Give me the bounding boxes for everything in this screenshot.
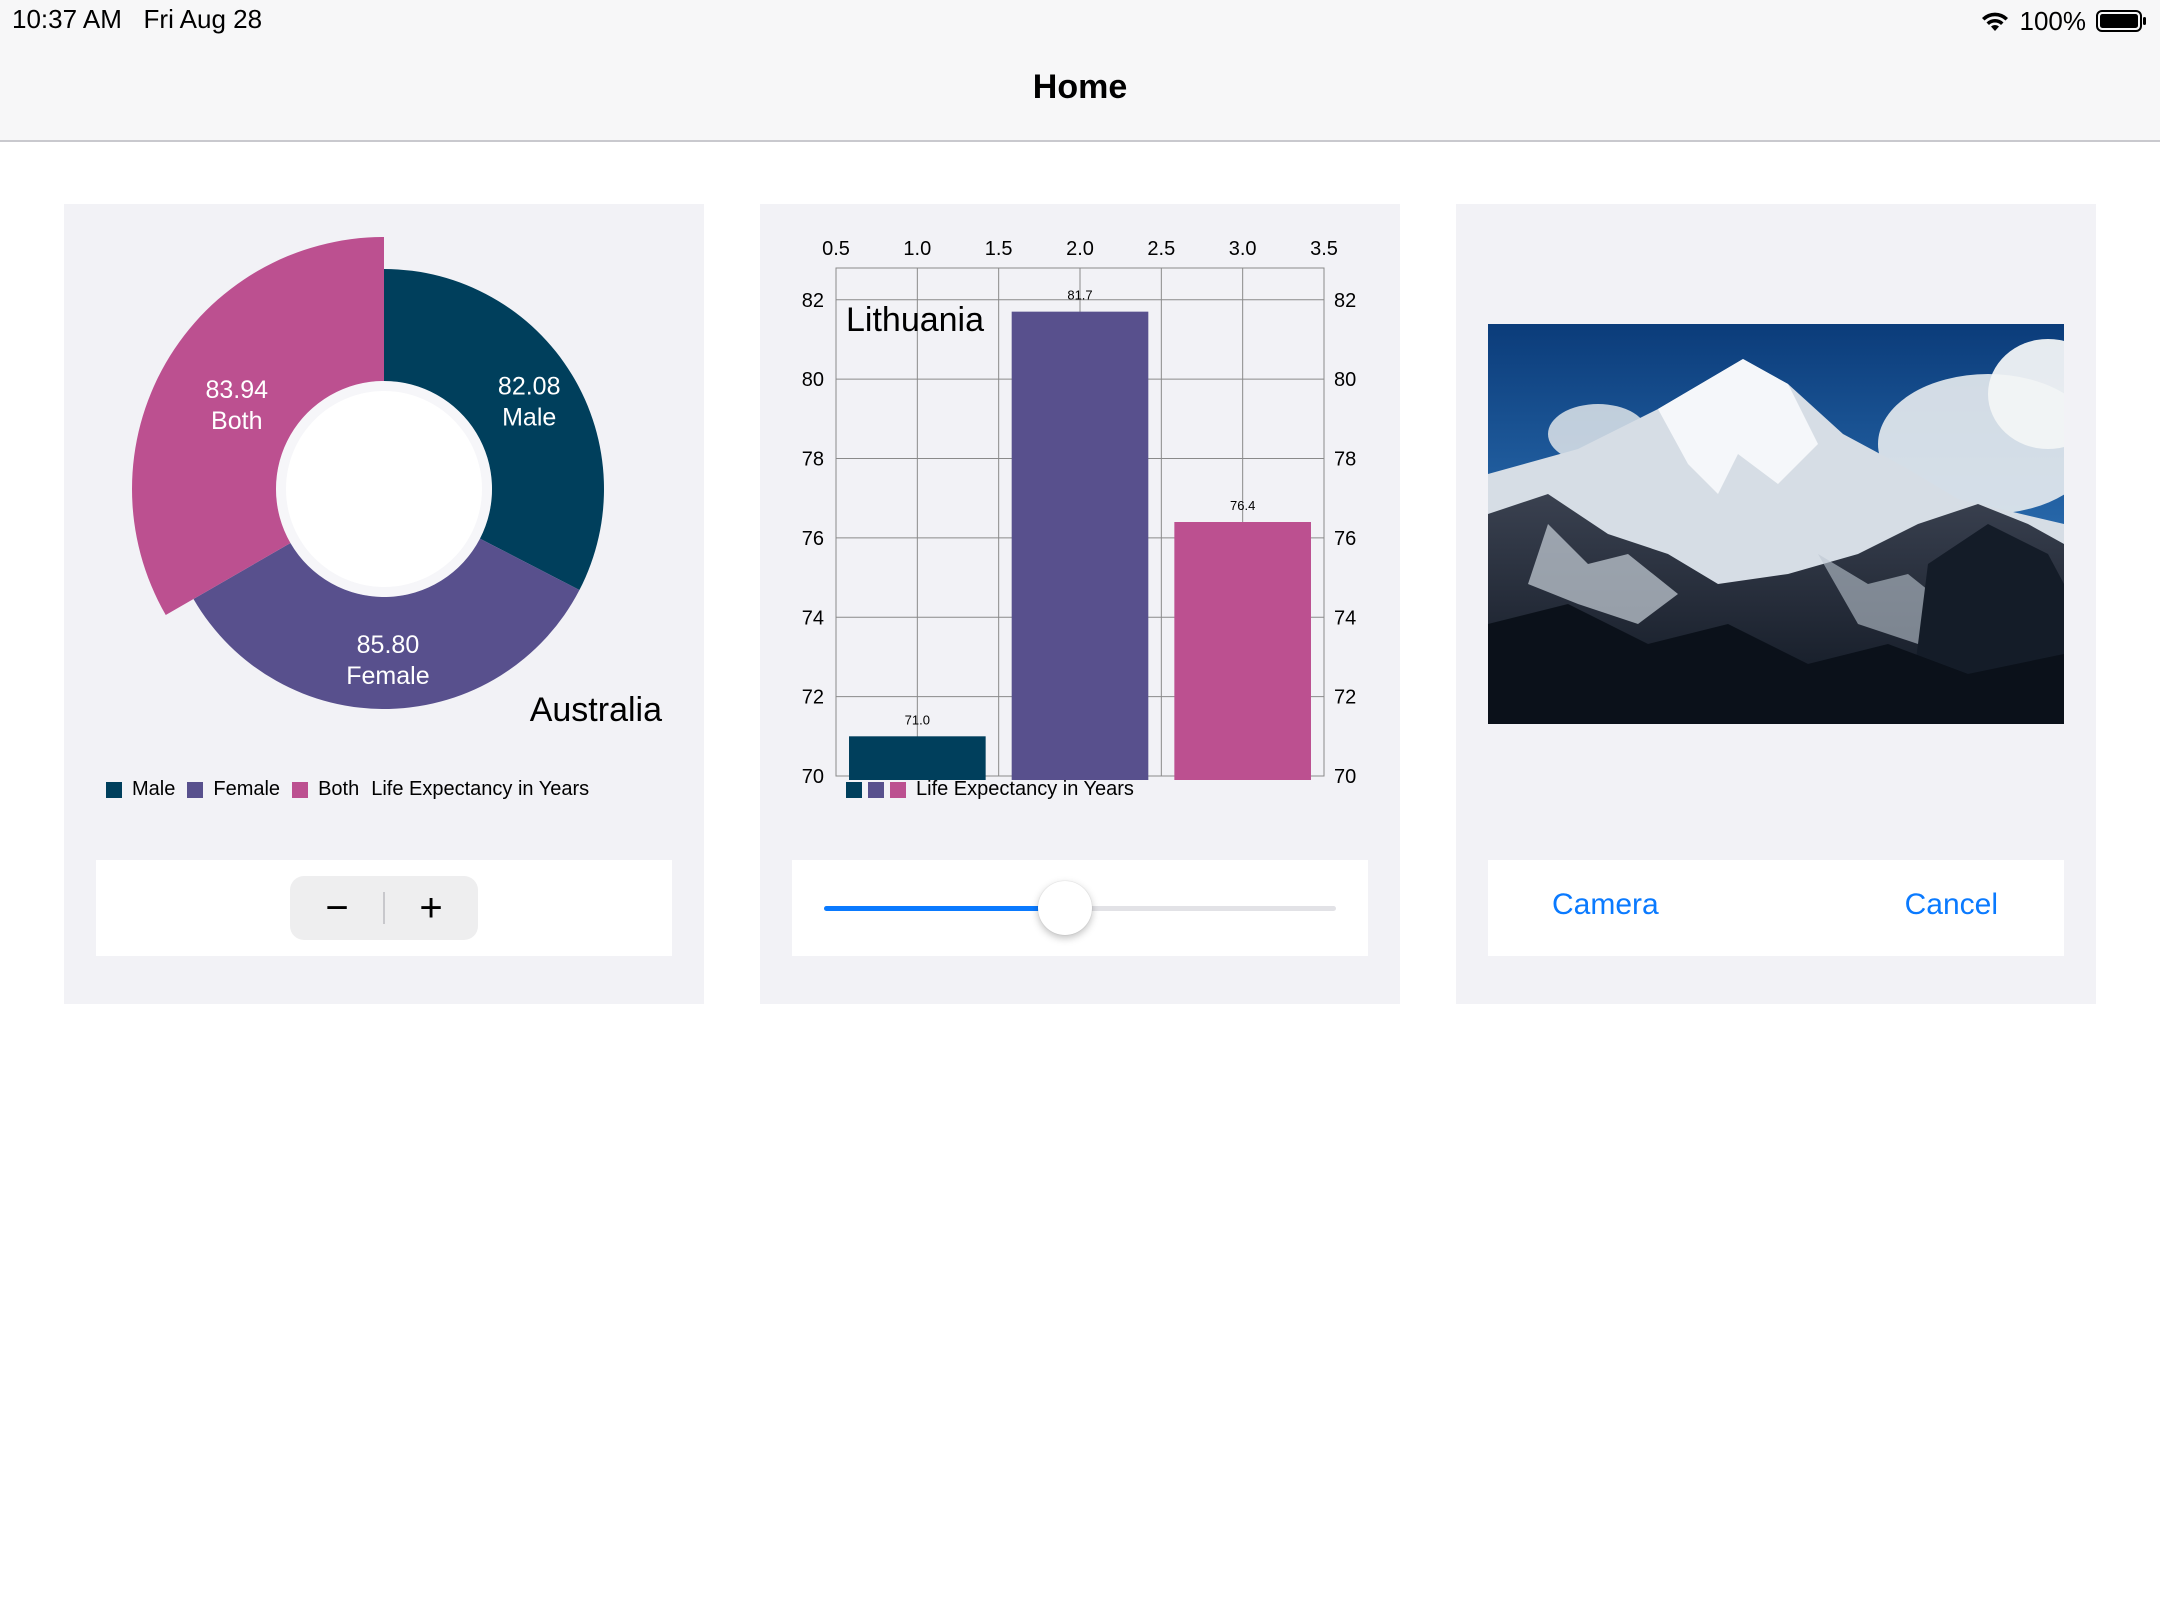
bar-chart-title: Lithuania: [846, 301, 984, 339]
y-tick-label-right: 74: [1334, 607, 1356, 629]
photo-card: Camera Cancel: [1456, 204, 2096, 1004]
decrement-button[interactable]: −: [290, 876, 384, 940]
y-tick-label-left: 78: [802, 449, 824, 471]
y-tick-label-left: 82: [802, 290, 824, 312]
bar: [1174, 522, 1311, 780]
legend-label-male: Male: [132, 778, 176, 800]
legend-label-series: Life Expectancy in Years: [371, 778, 590, 800]
y-tick-label-left: 80: [802, 369, 824, 391]
y-tick-label-right: 78: [1334, 449, 1356, 471]
legend-label-female: Female: [213, 778, 281, 800]
camera-button[interactable]: Camera: [1552, 888, 1659, 922]
x-tick-label: 1.0: [903, 238, 931, 260]
status-bar: 10:37 AM Fri Aug 28 100%: [0, 0, 2160, 40]
y-tick-label-right: 82: [1334, 290, 1356, 312]
x-tick-label: 3.0: [1229, 238, 1257, 260]
bar: [1011, 311, 1149, 780]
y-tick-label-left: 74: [802, 607, 824, 629]
donut-name-label: Both: [211, 407, 262, 435]
legend-swatch-female: [187, 781, 204, 798]
x-tick-label: 2.0: [1066, 238, 1094, 260]
y-tick-label-left: 70: [802, 766, 824, 788]
bar-value-label: 76.4: [1230, 498, 1255, 513]
battery-icon: [2096, 10, 2146, 32]
bar-value-label: 71.0: [905, 712, 930, 727]
slider-panel: [792, 860, 1368, 956]
x-tick-label: 1.5: [985, 238, 1013, 260]
bar-legend-swatch-1: [846, 781, 862, 798]
battery-percent: 100%: [2019, 5, 2087, 36]
bar: [849, 736, 986, 780]
increment-button[interactable]: +: [384, 876, 478, 940]
bar-chart: 0.5 1.0 1.5 2.0 2.5 3.0 3.5 70 70 72 72 74 74 76 76 78 7…: [802, 238, 1357, 788]
cancel-button[interactable]: Cancel: [1905, 888, 1998, 922]
bar-legend: Life Expectancy in Years: [846, 778, 1134, 801]
y-tick-label-right: 80: [1334, 369, 1356, 391]
x-tick-label: 2.5: [1147, 238, 1175, 260]
bar-legend-swatch-3: [890, 781, 906, 798]
wifi-icon: [1981, 12, 2008, 31]
x-tick-label: 0.5: [822, 238, 850, 260]
status-time: 10:37 AM: [12, 4, 122, 34]
donut-legend: Male Female Both Life Expectancy in Year…: [106, 778, 589, 801]
y-tick-label-left: 76: [802, 528, 824, 550]
legend-swatch-male: [106, 781, 122, 798]
camera-panel: Camera Cancel: [1488, 860, 2064, 956]
y-tick-label-right: 70: [1334, 766, 1356, 788]
status-date: Fri Aug 28: [143, 4, 263, 34]
mountain-photo: [1488, 324, 2064, 724]
legend-label-both: Both: [318, 778, 360, 800]
nav-title: Home: [1032, 68, 1128, 106]
donut-name-label: Female: [346, 662, 429, 690]
slider-fill: [824, 906, 1065, 911]
donut-value-label: 82.08: [498, 373, 561, 401]
donut-hole: [286, 391, 482, 587]
donut-value-label: 85.80: [357, 631, 420, 659]
status-time-date: 10:37 AM Fri Aug 28: [12, 4, 262, 35]
stepper[interactable]: − +: [290, 876, 478, 940]
y-tick-label-right: 72: [1334, 687, 1356, 709]
bar-card: 0.5 1.0 1.5 2.0 2.5 3.0 3.5 70 70 72 72 74 74 76 76 78 7…: [760, 204, 1400, 1004]
donut-chart: 82.08 Male 85.80 Female 83.94 Both Australia: [132, 237, 662, 729]
donut-name-label: Male: [502, 404, 556, 432]
donut-value-label: 83.94: [205, 376, 268, 404]
status-right: 100%: [1980, 4, 2149, 38]
bar-value-label: 81.7: [1067, 288, 1092, 303]
donut-title: Australia: [530, 691, 662, 729]
donut-card: 82.08 Male 85.80 Female 83.94 Both Australia M…: [64, 204, 704, 1004]
x-tick-label: 3.5: [1310, 238, 1338, 260]
stepper-panel: − +: [96, 860, 672, 956]
legend-swatch-both: [292, 781, 309, 798]
y-tick-label-right: 76: [1334, 528, 1356, 550]
slider-thumb[interactable]: [1037, 881, 1092, 935]
y-tick-label-left: 72: [802, 687, 824, 709]
bar-legend-swatch-2: [868, 781, 884, 798]
bar-legend-label: Life Expectancy in Years: [916, 778, 1134, 800]
